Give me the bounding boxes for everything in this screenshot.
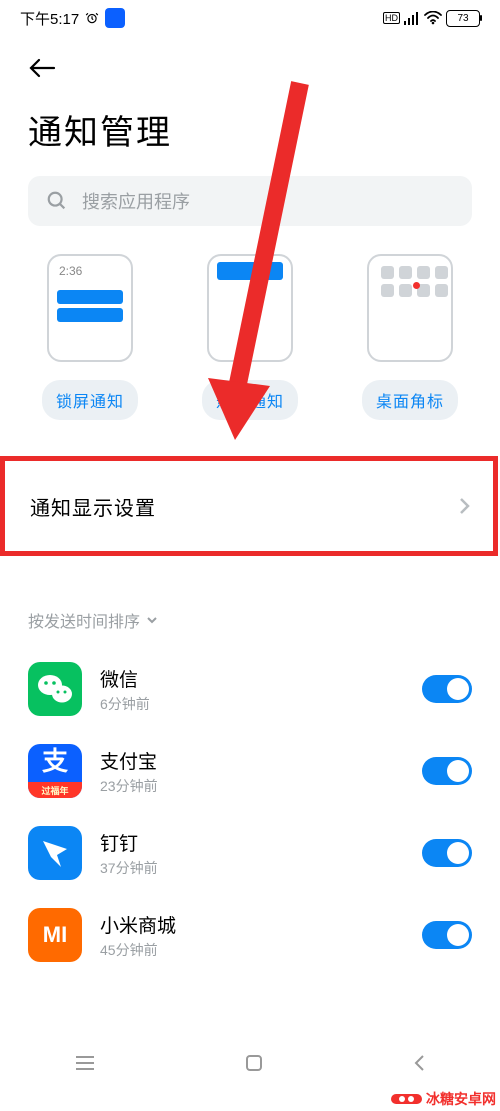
wifi-icon [424,11,442,25]
chevron-right-icon [458,497,470,515]
watermark-logo-icon [391,1094,422,1104]
type-floating-label: 悬浮通知 [202,380,298,420]
status-time: 下午5:17 [20,8,79,29]
mi-icon: MI [28,908,82,962]
setting-row-label: 通知显示设置 [30,492,156,521]
search-icon [46,190,68,212]
app-list: 微信 6分钟前 支 过福年 支付宝 23分钟前 钉钉 37分钟前 MI 小米商城… [0,648,500,976]
search-input[interactable]: 搜索应用程序 [28,176,472,226]
dingtalk-icon [28,826,82,880]
app-item-wechat[interactable]: 微信 6分钟前 [0,648,500,730]
notification-display-settings[interactable]: 通知显示设置 [0,458,500,554]
app-name: 支付宝 [100,747,404,774]
svg-text:支: 支 [42,746,68,776]
app-item-alipay[interactable]: 支 过福年 支付宝 23分钟前 [0,730,500,812]
page-title: 通知管理 [0,85,500,176]
wechat-icon [28,662,82,716]
nav-bar [0,1043,500,1083]
app-name: 小米商城 [100,911,404,938]
type-badge[interactable]: 桌面角标 [362,254,458,420]
nav-home-icon[interactable] [245,1054,263,1072]
notification-types: 2:36 锁屏通知 悬浮通知 桌面角标 [0,244,500,420]
app-name: 钉钉 [100,829,404,856]
app-item-mistore[interactable]: MI 小米商城 45分钟前 [0,894,500,976]
type-floating[interactable]: 悬浮通知 [202,254,298,420]
watermark-text: 冰糖安卓网 [426,1089,496,1109]
signal-icon [404,11,420,25]
battery-icon: 73 [446,10,480,27]
app-name: 微信 [100,665,404,692]
app-time: 6分钟前 [100,694,404,714]
type-lockscreen-label: 锁屏通知 [42,380,138,420]
search-placeholder: 搜索应用程序 [82,188,190,214]
app-time: 23分钟前 [100,776,404,796]
sort-selector[interactable]: 按发送时间排序 [28,608,158,632]
alarm-icon [85,11,99,25]
type-lockscreen[interactable]: 2:36 锁屏通知 [42,254,138,420]
app-time: 37分钟前 [100,858,404,878]
watermark: 冰糖安卓网 [391,1089,496,1109]
hd-icon: HD [383,12,400,24]
app-time: 45分钟前 [100,940,404,960]
type-badge-label: 桌面角标 [362,380,458,420]
toggle-switch[interactable] [422,675,472,703]
toggle-switch[interactable] [422,757,472,785]
nav-back-icon[interactable] [412,1053,426,1073]
status-bar: 下午5:17 HD 73 [0,0,500,36]
statusbar-app-icon [105,8,125,28]
chevron-down-icon [146,615,158,625]
alipay-icon: 支 过福年 [28,744,82,798]
back-icon[interactable] [28,56,56,80]
nav-menu-icon[interactable] [74,1055,96,1071]
toggle-switch[interactable] [422,839,472,867]
app-item-dingtalk[interactable]: 钉钉 37分钟前 [0,812,500,894]
toggle-switch[interactable] [422,921,472,949]
